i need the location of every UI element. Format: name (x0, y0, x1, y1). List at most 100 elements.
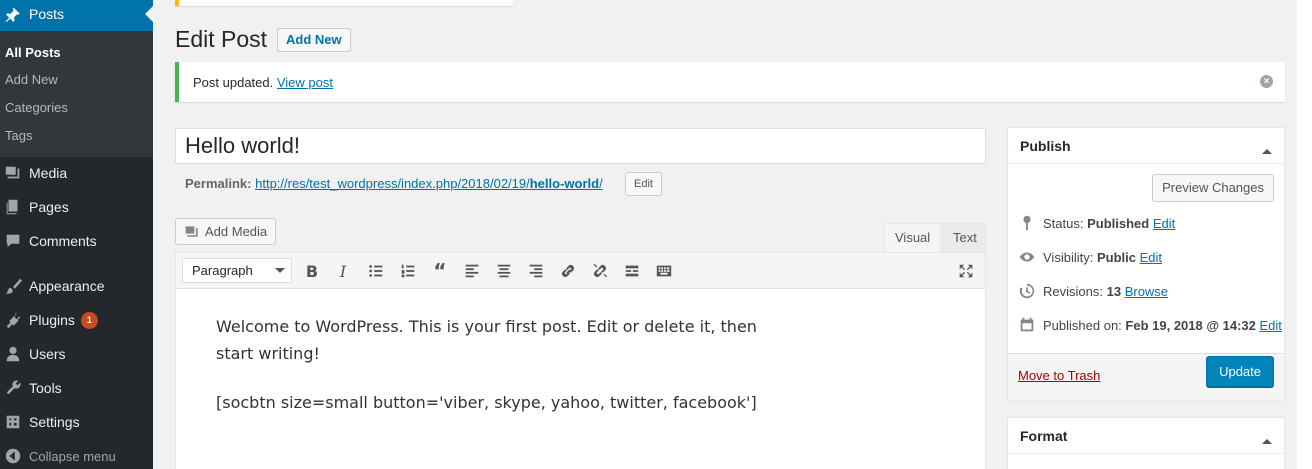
notice-text: Post updated. (193, 75, 274, 90)
align-left-icon[interactable] (462, 261, 482, 281)
sidebar-item-label: Tools (29, 380, 62, 396)
blockquote-icon[interactable]: “ (430, 259, 450, 283)
add-new-button[interactable]: Add New (277, 28, 351, 52)
toolbar-toggle-icon[interactable] (654, 261, 674, 281)
permalink-slug: hello-world (529, 176, 600, 191)
post-editor: Paragraph B I “ Welcome to WordPress. Th… (175, 252, 986, 469)
sidebar-item-label: Settings (29, 414, 80, 430)
edit-permalink-button[interactable]: Edit (625, 172, 662, 196)
fullscreen-icon[interactable] (956, 261, 976, 281)
edit-visibility-link[interactable]: Edit (1140, 250, 1162, 265)
format-select-value: Paragraph (192, 263, 253, 278)
post-title-input[interactable] (175, 128, 986, 164)
visibility-value: Public (1096, 249, 1136, 265)
tab-text[interactable]: Text (942, 223, 986, 252)
content-shortcode: [socbtn size=small button='viber, skype,… (216, 393, 757, 412)
preview-changes-button[interactable]: Preview Changes (1152, 174, 1274, 202)
format-box: Format (1007, 417, 1285, 469)
sidebar-item-media[interactable]: Media (0, 156, 153, 190)
sidebar-item-comments[interactable]: Comments (0, 224, 153, 258)
pages-icon (0, 198, 29, 216)
permalink-link[interactable]: http://res/test_wordpress/index.php/2018… (255, 176, 603, 191)
publish-box-title: Publish (1008, 128, 1284, 164)
sidebar-item-label: Comments (29, 233, 97, 249)
page-edge (1297, 0, 1312, 469)
publish-box: Publish Preview Changes Status: Publishe… (1007, 127, 1285, 400)
read-more-icon[interactable] (622, 261, 642, 281)
settings-icon (0, 413, 29, 431)
sidebar-item-label: Posts (29, 6, 65, 22)
collapse-icon (0, 447, 29, 465)
submenu-tags[interactable]: Tags (5, 128, 32, 143)
sidebar-item-label: Appearance (29, 278, 105, 294)
link-icon[interactable] (558, 261, 578, 281)
collapse-menu-button[interactable]: Collapse menu (0, 439, 153, 469)
media-icon (185, 225, 198, 237)
permalink-row: Permalink: http://res/test_wordpress/ind… (185, 176, 603, 191)
tab-visual[interactable]: Visual (884, 223, 942, 252)
published-on-row: Published on: Feb 19, 2018 @ 14:32 Edit (1018, 316, 1282, 334)
calendar-icon (1020, 317, 1034, 332)
wrench-icon (0, 379, 29, 397)
revisions-value: 13 (1106, 283, 1122, 299)
submenu-all-posts[interactable]: All Posts (5, 45, 61, 60)
sidebar-item-plugins[interactable]: Plugins 1 (0, 303, 153, 337)
sidebar-item-label: Users (29, 346, 66, 362)
browse-revisions-link[interactable]: Browse (1125, 284, 1168, 299)
users-icon (0, 345, 29, 363)
comments-icon (0, 232, 29, 250)
add-media-label: Add Media (205, 224, 268, 239)
add-media-button[interactable]: Add Media (175, 218, 277, 245)
toggle-panel-icon[interactable] (1262, 434, 1272, 444)
media-icon (0, 164, 29, 182)
sidebar-item-label: Media (29, 165, 68, 181)
move-to-trash-link[interactable]: Move to Trash (1018, 368, 1100, 383)
history-icon (1019, 283, 1035, 299)
page-title: Edit Post (175, 26, 268, 52)
content-paragraph: Welcome to WordPress. This is your first… (216, 317, 757, 363)
edit-status-link[interactable]: Edit (1153, 216, 1175, 231)
sidebar-item-label: Plugins (29, 312, 75, 328)
sidebar-item-appearance[interactable]: Appearance (0, 269, 153, 303)
align-right-icon[interactable] (526, 261, 546, 281)
pin-icon (1023, 215, 1031, 231)
plugin-icon (0, 311, 29, 329)
revisions-label: Revisions: (1043, 283, 1103, 299)
notice-text-wrap: Post updated. View post (193, 75, 333, 90)
sidebar-item-posts[interactable]: Posts (0, 0, 153, 31)
submenu-categories[interactable]: Categories (5, 100, 68, 115)
bulleted-list-icon[interactable] (366, 261, 386, 281)
editor-content[interactable]: Welcome to WordPress. This is your first… (216, 313, 776, 438)
align-center-icon[interactable] (494, 261, 514, 281)
edit-date-link[interactable]: Edit (1260, 318, 1282, 333)
visibility-text: Visibility: Public Edit (1043, 250, 1162, 265)
sidebar-item-settings[interactable]: Settings (0, 405, 153, 439)
status-text: Status: Published Edit (1043, 216, 1175, 231)
published-on-text: Published on: Feb 19, 2018 @ 14:32 Edit (1043, 318, 1282, 333)
major-publishing-actions: Move to Trash Update (1008, 353, 1284, 400)
status-value: Published (1087, 215, 1150, 231)
sidebar-item-label: Collapse menu (29, 448, 116, 464)
unlink-icon[interactable] (590, 261, 610, 281)
visibility-label: Visibility: (1043, 249, 1094, 265)
dismiss-icon[interactable]: × (1260, 75, 1273, 88)
format-select[interactable]: Paragraph (182, 258, 292, 283)
toggle-panel-icon[interactable] (1262, 144, 1272, 154)
update-count-badge: 1 (80, 311, 98, 329)
brush-icon (0, 277, 29, 295)
update-button[interactable]: Update (1206, 356, 1274, 387)
bold-icon[interactable]: B (302, 261, 322, 281)
chevron-down-icon (275, 268, 285, 278)
published-on-label: Published on: (1043, 317, 1122, 333)
visibility-row: Visibility: Public Edit (1018, 248, 1162, 266)
revisions-text: Revisions: 13 Browse (1043, 284, 1168, 299)
sidebar-item-pages[interactable]: Pages (0, 190, 153, 224)
sidebar-item-tools[interactable]: Tools (0, 371, 153, 405)
eye-icon (1019, 252, 1035, 262)
submenu-add-new[interactable]: Add New (5, 72, 58, 87)
editor-toolbar: Paragraph B I “ (176, 253, 985, 289)
italic-icon[interactable]: I (333, 261, 353, 281)
sidebar-item-users[interactable]: Users (0, 337, 153, 371)
numbered-list-icon[interactable] (398, 261, 418, 281)
view-post-link[interactable]: View post (277, 75, 333, 90)
